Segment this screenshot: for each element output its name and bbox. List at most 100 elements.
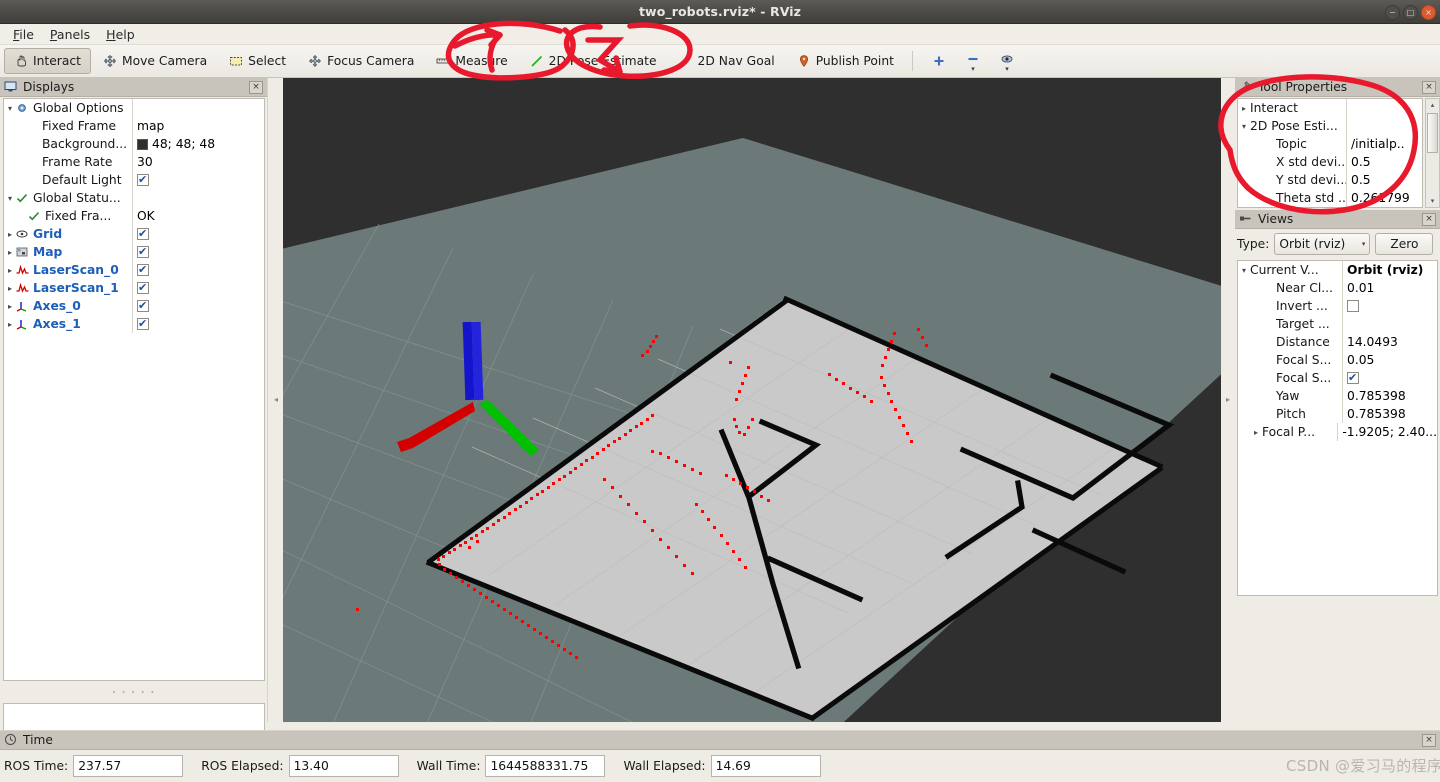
remove-tool-button[interactable]: ▾ [962,52,984,72]
row-value-cell[interactable] [1346,99,1422,117]
expander-icon[interactable] [1238,122,1250,131]
row-checkbox[interactable] [137,299,149,312]
row-value-cell[interactable] [132,279,264,297]
tree-row[interactable]: 2D Nav Goal [1238,207,1422,208]
tree-row[interactable]: Theta std ... 0.261799 [1238,189,1422,207]
tool-select[interactable]: Select [219,48,296,74]
row-value-cell[interactable]: 0.5 [1346,153,1422,171]
row-value-cell[interactable]: /initialp.. [1346,135,1422,153]
expander-icon[interactable] [4,248,16,257]
tool-properties-scrollbar[interactable]: ▴ ▾ [1425,98,1440,208]
menu-file[interactable]: File [5,25,42,44]
tree-row[interactable]: Distance 14.0493 [1238,333,1437,351]
row-value-cell[interactable]: Orbit (rviz) [1342,261,1437,279]
row-value-cell[interactable]: -1.9205; 2.40... [1337,423,1437,441]
tree-row[interactable]: Frame Rate 30 [4,153,264,171]
tool-focus-camera[interactable]: Focus Camera [298,48,424,74]
row-value-cell[interactable]: 0.261799 [1346,189,1422,207]
row-value-cell[interactable]: 0.785398 [1342,405,1437,423]
tree-row[interactable]: Current V... Orbit (rviz) [1238,261,1437,279]
expander-icon[interactable] [4,104,16,113]
row-value-cell[interactable]: 48; 48; 48 [132,135,264,153]
render-viewport-3d[interactable] [283,78,1221,722]
tree-row[interactable]: X std devi... 0.5 [1238,153,1422,171]
tool-2d-pose-estimate[interactable]: 2D Pose Estimate [520,48,667,74]
row-value-cell[interactable] [1346,117,1422,135]
row-checkbox[interactable] [137,263,149,276]
row-value-cell[interactable]: 30 [132,153,264,171]
row-value-cell[interactable] [1342,297,1437,315]
row-value-cell[interactable] [132,315,264,333]
row-value-cell[interactable] [132,171,264,189]
tree-row[interactable]: Global Statu... [4,189,264,207]
tree-row[interactable]: Fixed Fra... OK [4,207,264,225]
row-checkbox[interactable] [137,227,149,240]
row-checkbox[interactable] [137,317,149,330]
right-splitter[interactable]: ▸ [1221,78,1235,722]
menu-panels[interactable]: Panels [42,25,98,44]
tree-row[interactable]: Pitch 0.785398 [1238,405,1437,423]
tool-2d-nav-goal[interactable]: 2D Nav Goal [669,48,785,74]
row-value-cell[interactable]: 0.785398 [1342,387,1437,405]
tree-row[interactable]: Default Light [4,171,264,189]
row-value-cell[interactable] [132,189,264,207]
tree-row[interactable]: Invert ... [1238,297,1437,315]
tool-move-camera[interactable]: Move Camera [93,48,217,74]
views-panel-close-icon[interactable]: × [1422,212,1436,226]
tree-row[interactable]: Global Options [4,99,264,117]
expander-icon[interactable] [4,284,16,293]
row-value-cell[interactable]: OK [132,207,264,225]
minimize-button[interactable]: − [1385,5,1400,20]
tool-properties-tree[interactable]: Interact2D Pose Esti...Topic/initialp..X… [1237,98,1423,208]
tree-row[interactable]: Axes_1 [4,315,264,333]
expander-icon[interactable] [4,320,16,329]
tree-row[interactable]: Interact [1238,99,1422,117]
expander-icon[interactable] [1238,266,1250,275]
tree-row[interactable]: Grid [4,225,264,243]
tree-row[interactable]: Background... 48; 48; 48 [4,135,264,153]
color-swatch[interactable] [137,138,148,150]
tree-row[interactable]: Y std devi... 0.5 [1238,171,1422,189]
views-tree[interactable]: Current V... Orbit (rviz) Near Cl... 0.01 In… [1237,260,1438,596]
tree-row[interactable]: LaserScan_0 [4,261,264,279]
tree-row[interactable]: Near Cl... 0.01 [1238,279,1437,297]
time-panel-close-icon[interactable]: × [1422,733,1436,747]
row-value-cell[interactable] [1342,315,1437,333]
row-value-cell[interactable] [132,99,264,117]
row-value-cell[interactable] [132,297,264,315]
row-value-cell[interactable] [132,243,264,261]
row-value-cell[interactable] [132,225,264,243]
row-checkbox[interactable] [137,281,149,294]
row-checkbox[interactable] [137,245,149,258]
row-checkbox[interactable] [1347,300,1359,312]
tree-row[interactable]: Fixed Frame map [4,117,264,135]
tree-row[interactable]: 2D Pose Esti... [1238,117,1422,135]
tree-row[interactable]: Topic/initialp.. [1238,135,1422,153]
row-value-cell[interactable]: 14.0493 [1342,333,1437,351]
expander-icon[interactable] [4,194,16,203]
tree-row[interactable]: Target ... [1238,315,1437,333]
tool-properties-close-icon[interactable]: × [1422,80,1436,94]
tool-publish-point[interactable]: Publish Point [787,48,904,74]
expander-icon[interactable] [4,302,16,311]
close-button[interactable]: × [1421,5,1436,20]
view-type-select[interactable]: Orbit (rviz) ▾ [1274,233,1371,255]
time-field-input[interactable]: 237.57 [73,755,184,777]
time-field-input[interactable]: 13.40 [288,755,399,777]
maximize-button[interactable]: □ [1403,5,1418,20]
zero-button[interactable]: Zero [1375,233,1434,255]
tool-interact[interactable]: Interact [4,48,91,74]
tree-row[interactable]: Focal S... 0.05 [1238,351,1437,369]
row-checkbox[interactable] [1347,371,1359,384]
tree-row[interactable]: Yaw 0.785398 [1238,387,1437,405]
displays-tree[interactable]: Global Options Fixed Frame map Background..… [3,98,265,681]
row-checkbox[interactable] [137,173,149,186]
displays-splitter[interactable]: ∙ ∙ ∙ ∙ ∙ [3,684,265,699]
expander-icon[interactable] [4,266,16,275]
row-value-cell[interactable] [132,261,264,279]
tree-row[interactable]: Map [4,243,264,261]
tool-measure[interactable]: Measure [426,48,517,74]
left-splitter[interactable]: ◂ [269,78,283,722]
tree-row[interactable]: Focal S... [1238,369,1437,387]
displays-panel-close-icon[interactable]: × [249,80,263,94]
